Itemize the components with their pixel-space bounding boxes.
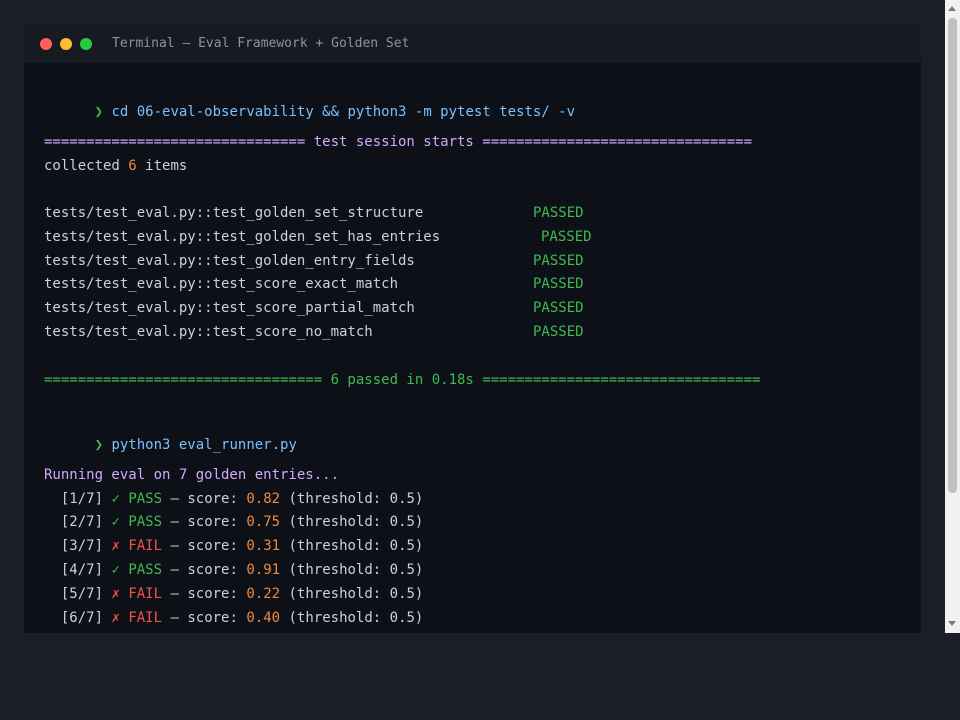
command-text: python3 eval_runner.py [111, 437, 297, 453]
test-status: PASSED [533, 205, 584, 221]
eval-threshold: (threshold: 0.5) [280, 562, 424, 578]
prompt-symbol: ❯ [94, 437, 104, 453]
test-row: tests/test_eval.py::test_score_exact_mat… [44, 276, 399, 292]
eval-result-row: [1/7] ✓ PASS — score: 0.82 (threshold: 0… [44, 490, 424, 508]
maximize-button[interactable] [80, 37, 92, 50]
eval-threshold: (threshold: 0.5) [280, 491, 424, 507]
scrollbar-thumb[interactable] [948, 18, 957, 493]
eval-score: 0.82 [246, 491, 281, 507]
cross-icon: ✗ [111, 610, 120, 626]
eval-score: 0.40 [246, 610, 281, 626]
eval-result-row: [2/7] ✓ PASS — score: 0.75 (threshold: 0… [44, 513, 424, 531]
test-status: PASSED [533, 276, 584, 292]
collected-line: collected 6 items [44, 157, 187, 175]
test-row: tests/test_eval.py::test_score_partial_m… [44, 300, 415, 316]
minimize-button[interactable] [60, 37, 72, 50]
eval-result: PASS [128, 491, 163, 507]
test-row: tests/test_eval.py::test_score_no_match [44, 324, 373, 340]
eval-score: 0.91 [246, 562, 281, 578]
eval-result: FAIL [128, 610, 163, 626]
check-icon: ✓ [111, 514, 120, 530]
test-row: tests/test_eval.py::test_golden_entry_fi… [44, 253, 415, 269]
eval-threshold: (threshold: 0.5) [280, 610, 424, 626]
eval-header: Running eval on 7 golden entries... [44, 467, 340, 483]
command-line: ❯ cd 06-eval-observability && python3 -m… [44, 85, 575, 139]
eval-sep: — score: [162, 562, 247, 578]
command-text: cd 06-eval-observability && python3 -m p… [111, 104, 576, 120]
eval-index: [4/7] [60, 562, 104, 578]
eval-index: [6/7] [60, 610, 104, 626]
eval-result: FAIL [128, 586, 163, 602]
cross-icon: ✗ [111, 538, 120, 554]
eval-sep: — score: [162, 514, 247, 530]
check-icon: ✓ [111, 491, 120, 507]
eval-result-row: [5/7] ✗ FAIL — score: 0.22 (threshold: 0… [44, 585, 424, 603]
eval-index: [2/7] [60, 514, 104, 530]
scroll-up-arrow-icon[interactable] [948, 6, 956, 11]
title-bar: Terminal — Eval Framework + Golden Set [24, 24, 921, 63]
eval-index: [3/7] [60, 538, 104, 554]
test-row: tests/test_eval.py::test_golden_set_has_… [44, 229, 441, 245]
eval-sep: — score: [162, 586, 247, 602]
test-status: PASSED [541, 229, 592, 245]
close-button[interactable] [40, 37, 52, 50]
eval-sep: — score: [162, 610, 247, 626]
collected-prefix: collected [44, 158, 129, 174]
eval-threshold: (threshold: 0.5) [280, 538, 424, 554]
summary-line: ================================= 6 pass… [44, 372, 761, 388]
eval-index: [1/7] [60, 491, 104, 507]
test-status: PASSED [533, 324, 584, 340]
eval-threshold: (threshold: 0.5) [280, 514, 424, 530]
eval-index: [5/7] [60, 586, 104, 602]
eval-result-row: [6/7] ✗ FAIL — score: 0.40 (threshold: 0… [44, 609, 424, 627]
collected-suffix: items [136, 158, 188, 174]
terminal-window: Terminal — Eval Framework + Golden Set ❯… [24, 24, 921, 633]
collected-count: 6 [128, 158, 137, 174]
eval-result: PASS [128, 562, 163, 578]
cross-icon: ✗ [111, 586, 120, 602]
test-status: PASSED [533, 300, 584, 316]
eval-sep: — score: [162, 491, 247, 507]
eval-score: 0.75 [246, 514, 281, 530]
session-header: =============================== test ses… [44, 134, 753, 150]
vertical-scrollbar[interactable] [945, 0, 960, 633]
eval-result: FAIL [128, 538, 163, 554]
eval-threshold: (threshold: 0.5) [280, 586, 424, 602]
window-title: Terminal — Eval Framework + Golden Set [112, 36, 410, 51]
eval-result: PASS [128, 514, 163, 530]
prompt-symbol: ❯ [94, 104, 104, 120]
eval-score: 0.22 [246, 586, 281, 602]
scroll-down-arrow-icon[interactable] [948, 621, 956, 626]
eval-sep: — score: [162, 538, 247, 554]
check-icon: ✓ [111, 562, 120, 578]
command-line: ❯ python3 eval_runner.py [44, 418, 297, 472]
eval-score: 0.31 [246, 538, 281, 554]
test-row: tests/test_eval.py::test_golden_set_stru… [44, 205, 424, 221]
eval-result-row: [4/7] ✓ PASS — score: 0.91 (threshold: 0… [44, 561, 424, 579]
test-status: PASSED [533, 253, 584, 269]
eval-result-row: [3/7] ✗ FAIL — score: 0.31 (threshold: 0… [44, 537, 424, 555]
